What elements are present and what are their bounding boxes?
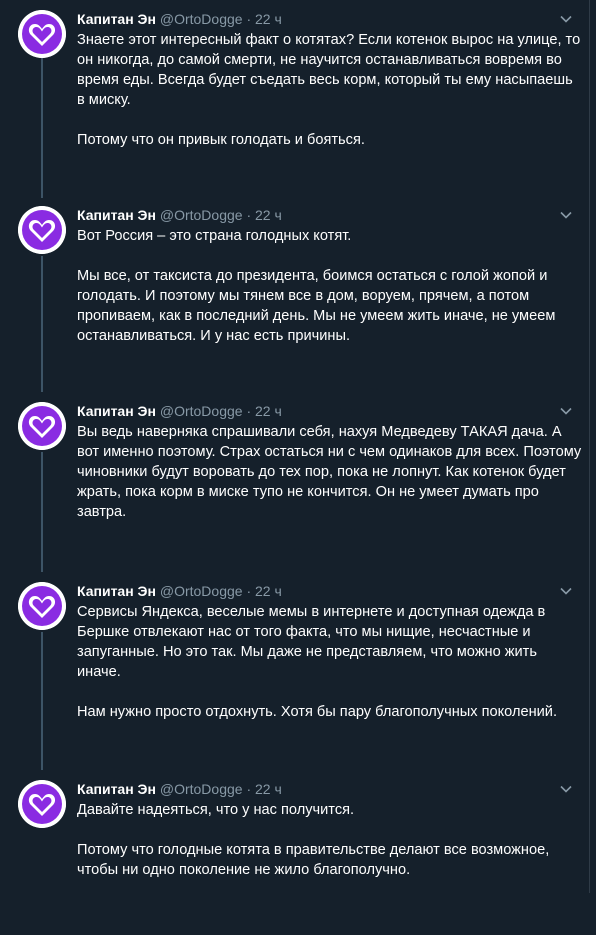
chevron-down-icon[interactable] [559, 584, 573, 598]
chevron-down-icon[interactable] [559, 782, 573, 796]
tweet-paragraph: Потому что голодные котята в правительст… [77, 842, 550, 878]
author-handle[interactable]: @OrtoDogge [160, 781, 243, 797]
author-handle[interactable]: @OrtoDogge [160, 583, 243, 599]
author-name[interactable]: Капитан Эн [77, 403, 156, 419]
chevron-down-icon[interactable] [559, 404, 573, 418]
tweet-text: Давайте надеяться, что у нас получится. … [77, 800, 583, 880]
tweet[interactable]: Капитан Эн @OrtoDogge · 22 ч Знаете этот… [0, 10, 589, 180]
tweet-header: Капитан Эн @OrtoDogge · 22 ч [77, 10, 579, 28]
separator: · [246, 11, 252, 27]
tweet-paragraph: Сервисы Яндекса, веселые мемы в интернет… [77, 604, 546, 680]
heart-icon [18, 780, 66, 828]
tweet[interactable]: Капитан Эн @OrtoDogge · 22 ч Давайте над… [0, 780, 589, 890]
tweet-time[interactable]: 22 ч [255, 11, 282, 27]
heart-icon [18, 402, 66, 450]
author-handle[interactable]: @OrtoDogge [160, 403, 243, 419]
tweet-time[interactable]: 22 ч [255, 207, 282, 223]
avatar[interactable] [18, 780, 66, 828]
tweet-paragraph: Нам нужно просто отдохнуть. Хотя бы пару… [77, 704, 558, 720]
tweet-paragraph: Давайте надеяться, что у нас получится. [77, 802, 355, 818]
tweet-time[interactable]: 22 ч [255, 583, 282, 599]
heart-icon [18, 206, 66, 254]
avatar[interactable] [18, 402, 66, 450]
separator: · [246, 583, 252, 599]
chevron-down-icon[interactable] [559, 12, 573, 26]
author-name[interactable]: Капитан Эн [77, 11, 156, 27]
separator: · [246, 781, 252, 797]
tweet-time[interactable]: 22 ч [255, 781, 282, 797]
tweet-text: Сервисы Яндекса, веселые мемы в интернет… [77, 602, 583, 722]
tweet-header: Капитан Эн @OrtoDogge · 22 ч [77, 206, 579, 224]
tweet-time[interactable]: 22 ч [255, 403, 282, 419]
avatar[interactable] [18, 10, 66, 58]
separator: · [246, 403, 252, 419]
chevron-down-icon[interactable] [559, 208, 573, 222]
timeline-border [589, 0, 590, 893]
tweet-paragraph: Вы ведь наверняка спрашивали себя, нахуя… [77, 424, 582, 520]
tweet-header: Капитан Эн @OrtoDogge · 22 ч [77, 402, 579, 420]
tweet-header: Капитан Эн @OrtoDogge · 22 ч [77, 582, 579, 600]
tweet-text: Знаете этот интересный факт о котятах? Е… [77, 30, 583, 150]
tweet-text: Вот Россия – это страна голодных котят. … [77, 226, 583, 346]
tweet[interactable]: Капитан Эн @OrtoDogge · 22 ч Вы ведь нав… [0, 402, 589, 552]
author-name[interactable]: Капитан Эн [77, 781, 156, 797]
heart-icon [18, 10, 66, 58]
heart-icon [18, 582, 66, 630]
tweet-text: Вы ведь наверняка спрашивали себя, нахуя… [77, 422, 583, 522]
tweet[interactable]: Капитан Эн @OrtoDogge · 22 ч Сервисы Янд… [0, 582, 589, 752]
separator: · [246, 207, 252, 223]
author-handle[interactable]: @OrtoDogge [160, 11, 243, 27]
tweet-paragraph: Знаете этот интересный факт о котятах? Е… [77, 32, 581, 108]
tweet-paragraph: Потому что он привык голодать и бояться. [77, 132, 365, 148]
tweet-header: Капитан Эн @OrtoDogge · 22 ч [77, 780, 579, 798]
tweet[interactable]: Капитан Эн @OrtoDogge · 22 ч Вот Россия … [0, 206, 589, 376]
author-handle[interactable]: @OrtoDogge [160, 207, 243, 223]
tweet-paragraph: Вот Россия – это страна голодных котят. [77, 228, 352, 244]
author-name[interactable]: Капитан Эн [77, 583, 156, 599]
avatar[interactable] [18, 206, 66, 254]
tweet-paragraph: Мы все, от таксиста до президента, боимс… [77, 268, 556, 344]
avatar[interactable] [18, 582, 66, 630]
author-name[interactable]: Капитан Эн [77, 207, 156, 223]
